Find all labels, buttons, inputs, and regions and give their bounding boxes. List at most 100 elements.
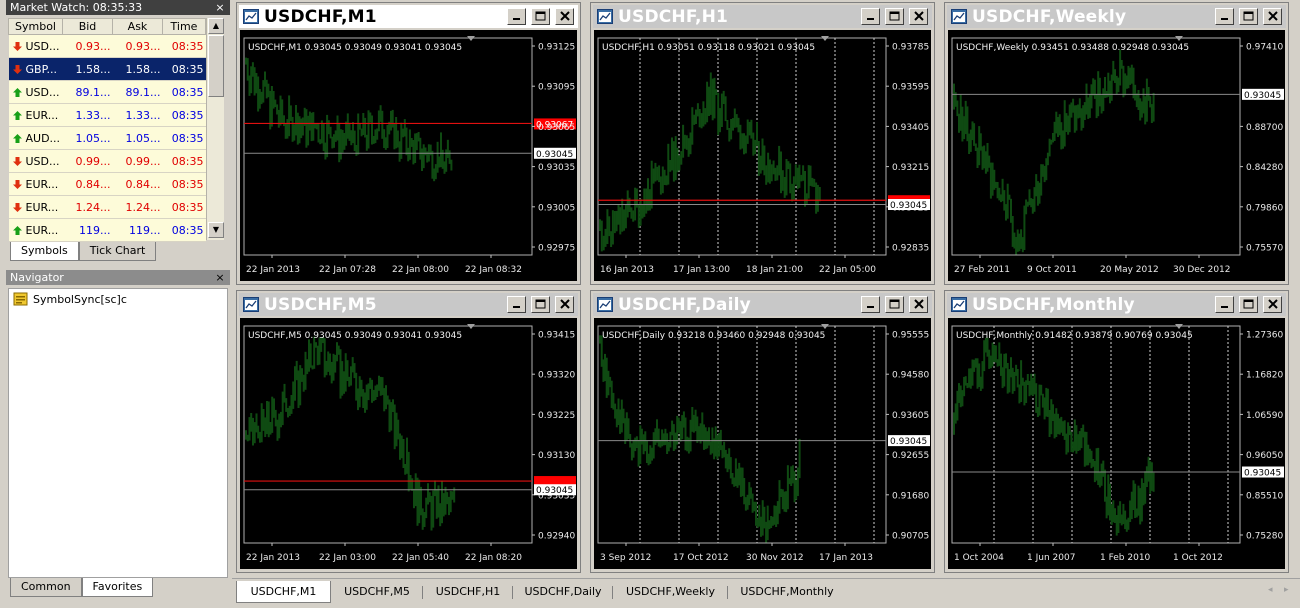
maximize-button[interactable] [1239,296,1258,313]
close-button[interactable] [909,296,928,313]
navigator-item[interactable]: SymbolSync[sc]c [13,292,127,308]
market-watch-row[interactable]: EUR... 1.24... 1.24... 08:35 [8,195,206,219]
maximize-icon [1243,11,1254,21]
ask-cell: 0.99... [112,149,163,173]
chart-tab[interactable]: USDCHF,M1 [236,581,331,603]
minimize-button[interactable] [861,8,880,25]
scroll-thumb[interactable] [208,35,224,97]
market-watch-row[interactable]: AUD... 1.05... 1.05... 08:35 [8,126,206,150]
chart-canvas[interactable]: 0.93415 0.93320 0.93225 0.93130 0.93035 0.929… [240,318,577,569]
price-chart[interactable]: 0.934150.933200.932250.931300.930350.929… [240,318,577,569]
price-chart[interactable]: 0.97410 0.88700 0.84280 0.79860 0.75570 0.930… [948,30,1285,281]
tabs-prev-icon[interactable]: ◂ [1268,585,1273,595]
tab-tick-chart[interactable]: Tick Chart [78,242,157,261]
market-watch-row[interactable]: USD... 0.99... 0.99... 08:35 [8,149,206,173]
chart-window[interactable]: USDCHF,Monthly 1.27360 1.16820 1.06590 0.960… [944,290,1289,573]
tab-favorites[interactable]: Favorites [81,578,154,597]
chart-canvas[interactable]: 1.27360 1.16820 1.06590 0.96050 0.85510 0.752… [948,318,1285,569]
script-icon [13,292,28,306]
time-cell: 08:35 [162,103,206,127]
minimize-button[interactable] [507,296,526,313]
y-tick-label: 0.93215 [892,163,929,173]
bid-cell: 0.93... [62,34,113,58]
plot-frame [243,325,533,544]
close-button[interactable] [1263,8,1282,25]
market-watch-row[interactable]: USD... 89.1... 89.1... 08:35 [8,80,206,104]
y-tick-label: 0.93785 [892,43,929,53]
column-header-symbol[interactable]: Symbol [8,18,63,35]
minimize-button[interactable] [1215,8,1234,25]
arrow-down-icon [12,64,22,74]
x-tick-label: 22 Jan 05:40 [392,553,449,563]
navigator-close-button[interactable]: × [214,270,226,285]
market-watch-row[interactable]: USD... 0.93... 0.93... 08:35 [8,34,206,58]
tabs-next-icon[interactable]: ▸ [1284,585,1289,595]
column-header-time[interactable]: Time [162,18,206,35]
y-tick-label: 0.93595 [892,83,929,93]
chart-window[interactable]: USDCHF,Weekly 0.97410 0.88700 0.84280 0.7986… [944,2,1289,285]
plot-frame [951,37,1241,256]
chart-window[interactable]: USDCHF,H1 0.93785 0.93595 0.93405 0.93215 0.9… [590,2,935,285]
chart-canvas[interactable]: 0.97410 0.88700 0.84280 0.79860 0.75570 0.930… [948,30,1285,281]
chart-tab[interactable]: USDCHF,Monthly [728,581,846,603]
minimize-button[interactable] [1215,296,1234,313]
market-watch-row[interactable]: EUR... 0.84... 0.84... 08:35 [8,172,206,196]
chart-window-titlebar[interactable]: USDCHF,Monthly [947,293,1286,316]
y-tick-label: 0.93125 [538,43,575,53]
left-panel: Market Watch: 08:35:33 × Symbol Bid Ask … [0,0,232,608]
scroll-up-button[interactable]: ▲ [208,18,224,34]
chart-window-titlebar[interactable]: USDCHF,M1 [239,5,578,28]
market-watch-scrollbar[interactable]: ▲ ▼ [206,18,224,240]
chart-window-titlebar[interactable]: USDCHF,Daily [593,293,932,316]
chart-window-titlebar[interactable]: USDCHF,Weekly [947,5,1286,28]
price-chart[interactable]: 1.27360 1.16820 1.06590 0.96050 0.85510 0.752… [948,318,1285,569]
maximize-button[interactable] [531,296,550,313]
maximize-button[interactable] [885,8,904,25]
minimize-icon [512,18,520,20]
tab-common[interactable]: Common [10,578,82,597]
chart-tab[interactable]: USDCHF,H1 [423,581,513,603]
column-header-ask[interactable]: Ask [112,18,163,35]
chart-window[interactable]: USDCHF,M5 0.93415 0.93320 0.93225 0.93130 0.9… [236,290,581,573]
close-button[interactable] [909,8,928,25]
y-tick-label: 0.92835 [892,244,929,254]
bid-price-label: 0.93045 [536,486,573,496]
x-tick-label: 3 Sep 2012 [600,553,651,563]
maximize-button[interactable] [885,296,904,313]
maximize-button[interactable] [1239,8,1258,25]
chart-canvas[interactable]: 0.937850.935950.934050.932150.930250.928… [594,30,931,281]
chart-window-titlebar[interactable]: USDCHF,M5 [239,293,578,316]
tab-symbols[interactable]: Symbols [10,242,79,261]
market-watch-row[interactable]: GBP... 1.58... 1.58... 08:35 [8,57,206,81]
y-tick-label: 0.93095 [538,83,575,93]
price-chart[interactable]: 0.930670.931250.930950.930650.930350.930… [240,30,577,281]
market-watch-row[interactable]: EUR... 1.33... 1.33... 08:35 [8,103,206,127]
y-tick-label: 0.95555 [892,331,929,341]
market-watch-close-button[interactable]: × [214,0,226,15]
chart-window[interactable]: USDCHF,M1 0.93067 0.93125 0.93095 0.93065 0.9… [236,2,581,285]
chart-tab[interactable]: USDCHF,Daily [513,581,613,603]
x-tick-label: 9 Oct 2011 [1027,265,1077,275]
close-button[interactable] [1263,296,1282,313]
market-watch-row[interactable]: EUR... 119... 119... 08:35 [8,218,206,242]
symbol-name: USD... [25,85,60,99]
chart-window-titlebar[interactable]: USDCHF,H1 [593,5,932,28]
close-button[interactable] [555,8,574,25]
maximize-button[interactable] [531,8,550,25]
price-chart[interactable]: 0.937850.935950.934050.932150.930250.928… [594,30,931,281]
arrow-up-icon [12,110,22,120]
ohlc-readout: USDCHF,Daily 0.93218 0.93460 0.92948 0.9… [602,331,825,341]
chart-canvas[interactable]: 0.93067 0.93125 0.93095 0.93065 0.93035 0.930… [240,30,577,281]
chart-canvas[interactable]: 0.95555 0.94580 0.93605 0.92655 0.91680 0.907… [594,318,931,569]
minimize-button[interactable] [861,296,880,313]
symbol-name: AUD... [25,131,61,145]
minimize-button[interactable] [507,8,526,25]
close-button[interactable] [555,296,574,313]
chart-tab[interactable]: USDCHF,M5 [331,581,423,603]
chart-window[interactable]: USDCHF,Daily 0.95555 0.94580 0.93605 0.92655… [590,290,935,573]
price-chart[interactable]: 0.95555 0.94580 0.93605 0.92655 0.91680 0.907… [594,318,931,569]
chart-tab[interactable]: USDCHF,Weekly [613,581,728,603]
scroll-down-button[interactable]: ▼ [208,222,224,238]
column-header-bid[interactable]: Bid [62,18,113,35]
bid-cell: 119... [62,218,113,242]
